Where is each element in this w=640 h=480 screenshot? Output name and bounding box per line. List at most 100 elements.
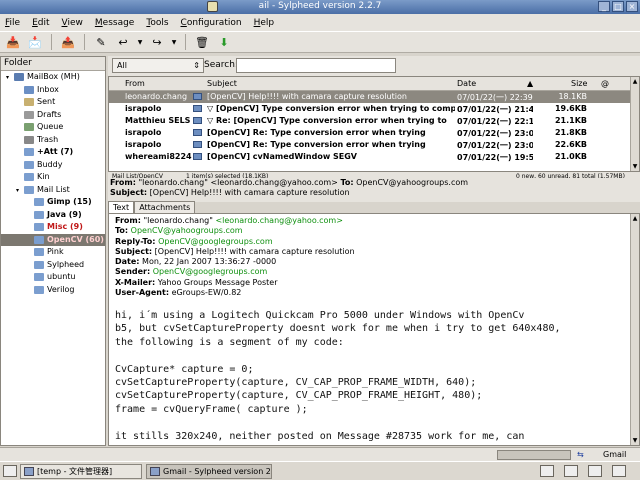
header-link[interactable]: OpenCV@yahoogroups.com <box>131 226 243 235</box>
message-date: 07/01/22(一) 19:53 <box>457 153 533 162</box>
mail-icon <box>193 105 202 112</box>
compose-icon[interactable]: ✎ <box>92 34 110 50</box>
column-date[interactable]: Date <box>457 79 476 88</box>
filter-select[interactable]: All ⇕ <box>112 58 204 73</box>
folder-item[interactable]: Kin <box>1 171 105 184</box>
tab-text[interactable]: Text <box>108 201 135 213</box>
summary-subject-line: Subject: [OpenCV] Help!!!! with camara c… <box>110 188 350 197</box>
collapse-icon[interactable]: ▾ <box>14 187 21 194</box>
online-icon[interactable]: ⇆ <box>577 450 593 460</box>
task-sylpheed[interactable]: Gmail - Sylpheed version 2.2.7 <box>146 464 272 479</box>
column-subject[interactable]: Subject <box>207 79 237 88</box>
menu-help[interactable]: Help <box>253 18 276 28</box>
window-title: ail - Sylpheed version 2.2.7 <box>258 1 382 11</box>
header-line: User-Agent: eGroups-EW/0.82 <box>115 288 355 298</box>
folder-item[interactable]: Verilog <box>1 284 105 297</box>
message-list-scrollbar[interactable]: ▲ ▼ <box>630 77 639 171</box>
header-value: [OpenCV] Help!!!! with camara capture re… <box>154 246 355 256</box>
folder-pane-header[interactable]: Folder <box>1 57 105 71</box>
folder-item[interactable]: Gimp (15) <box>1 196 105 209</box>
header-value: eGroups-EW/0.82 <box>171 288 242 298</box>
close-icon[interactable]: × <box>626 1 638 12</box>
message-row[interactable]: Matthieu SELS ▽ Re: [OpenCV] Type convers… <box>109 115 639 127</box>
header-line: From: "leonardo.chang" <leonardo.chang@y… <box>115 216 355 226</box>
message-row[interactable]: leonardo.chang [OpenCV] Help!!!! with cam… <box>109 91 639 103</box>
tab-attachments[interactable]: Attachments <box>134 201 196 213</box>
menu-tools[interactable]: Tools <box>145 18 169 28</box>
folder-item[interactable]: Sent <box>1 96 105 109</box>
scroll-down-icon[interactable]: ▼ <box>631 162 639 171</box>
header-key: User-Agent: <box>115 288 170 298</box>
menu-file[interactable]: File <box>4 18 21 28</box>
forward-icon[interactable]: ↪ <box>148 34 166 50</box>
folder-item[interactable]: Inbox <box>1 84 105 97</box>
folder-item[interactable]: ▾ Mail List <box>1 184 105 197</box>
message-row[interactable]: israpolo [OpenCV] Re: Type conversion err… <box>109 127 639 139</box>
show-desktop-icon[interactable] <box>3 465 17 477</box>
message-row[interactable]: israpolo ▽ [OpenCV] Type conversion error… <box>109 103 639 115</box>
folder-item[interactable]: Trash <box>1 134 105 147</box>
task-file-manager[interactable]: [temp - 文件管理器] <box>20 464 142 479</box>
folder-item[interactable]: Buddy <box>1 159 105 172</box>
folder-item[interactable]: Java (9) <box>1 209 105 222</box>
forward-dropdown-icon[interactable]: ▼ <box>170 34 178 50</box>
message-subject: ▽ Re: [OpenCV] Type conversion error whe… <box>207 116 447 125</box>
scroll-up-icon[interactable]: ▲ <box>631 214 639 223</box>
folder-item[interactable]: Drafts <box>1 109 105 122</box>
column-size[interactable]: Size <box>571 79 587 88</box>
reply-icon[interactable]: ↩ <box>114 34 132 50</box>
get-mail-icon[interactable]: 📥 <box>4 34 22 50</box>
header-value: Yahoo Groups Message Poster <box>157 277 278 287</box>
workspace-2-icon[interactable] <box>564 465 578 477</box>
header-line: To: OpenCV@yahoogroups.com <box>115 226 355 236</box>
delete-icon[interactable]: 🗑 <box>193 34 211 50</box>
next-icon[interactable]: ⬇ <box>215 34 233 50</box>
attachment-column-icon[interactable]: @ <box>601 79 609 88</box>
menu-view[interactable]: View <box>61 18 84 28</box>
message-view-scrollbar[interactable]: ▲ ▼ <box>630 214 639 445</box>
menu-configuration[interactable]: Configuration <box>180 18 243 28</box>
message-body[interactable]: hi, i´m using a Logitech Quickcam Pro 50… <box>115 309 561 443</box>
search-input[interactable] <box>236 58 396 73</box>
status-account[interactable]: Gmail <box>603 450 626 459</box>
sort-ascending-icon[interactable]: ▲ <box>527 79 533 88</box>
folder-item[interactable]: Sylpheed <box>1 259 105 272</box>
scroll-down-icon[interactable]: ▼ <box>631 436 639 445</box>
send-icon[interactable]: 📤 <box>59 34 77 50</box>
collapse-icon[interactable]: ▾ <box>4 74 11 81</box>
header-link[interactable]: OpenCV@googlegroups.com <box>153 267 268 276</box>
menu-message[interactable]: Message <box>94 18 135 28</box>
folder-item[interactable]: OpenCV (60) <box>1 233 105 246</box>
title-bar[interactable]: ail - Sylpheed version 2.2.7 _ □ × <box>0 0 640 14</box>
folder-item[interactable]: +Att (7) <box>1 146 105 159</box>
column-from[interactable]: From <box>125 79 145 88</box>
workspace-3-icon[interactable] <box>588 465 602 477</box>
header-link[interactable]: OpenCV@googlegroups.com <box>158 237 273 246</box>
folder-label: Buddy <box>37 159 63 169</box>
folder-label: MailBox (MH) <box>27 72 80 81</box>
reply-dropdown-icon[interactable]: ▼ <box>136 34 144 50</box>
summary-from-label: From: <box>110 178 136 187</box>
folder-item[interactable]: Misc (9) <box>1 221 105 234</box>
header-key: From: <box>115 216 141 225</box>
minimize-icon[interactable]: _ <box>598 1 610 12</box>
message-row[interactable]: israpolo [OpenCV] Re: Type conversion err… <box>109 139 639 151</box>
header-link[interactable]: <leonardo.chang@yahoo.com> <box>215 216 342 225</box>
folder-item[interactable]: ubuntu <box>1 271 105 284</box>
folder-icon <box>34 210 44 219</box>
maximize-icon[interactable]: □ <box>612 1 624 12</box>
scroll-up-icon[interactable]: ▲ <box>631 77 639 86</box>
get-all-icon[interactable]: 📩 <box>26 34 44 50</box>
mail-icon <box>193 93 202 100</box>
message-row[interactable]: whereami8224 [OpenCV] cvNamedWindow SEGV 0… <box>109 151 639 163</box>
folder-item[interactable]: Queue <box>1 121 105 134</box>
menu-edit[interactable]: Edit <box>31 18 50 28</box>
folder-item[interactable]: Pink <box>1 246 105 259</box>
workspace-4-icon[interactable] <box>612 465 626 477</box>
folder-label: Mail List <box>37 184 70 194</box>
folder-item[interactable]: ▾ MailBox (MH) <box>1 71 105 84</box>
workspace-1-icon[interactable] <box>540 465 554 477</box>
inbox-icon <box>24 85 34 94</box>
folder-label: Misc (9) <box>47 222 83 231</box>
message-from: Matthieu SELS <box>125 116 191 125</box>
